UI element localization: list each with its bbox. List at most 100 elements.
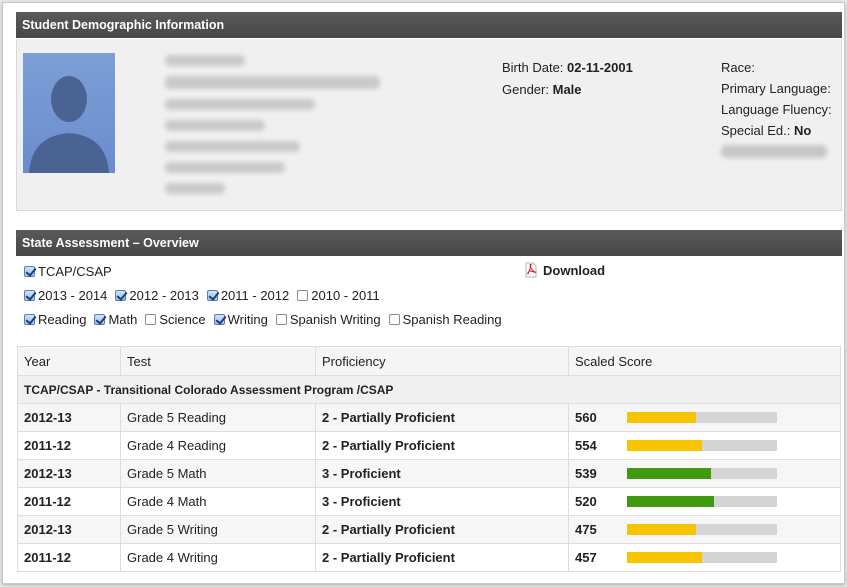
col-year[interactable]: Year [17,346,121,376]
year-cell: 2012-13 [17,515,121,544]
score-bar-fill [627,496,714,507]
language-fluency-label: Language Fluency: [721,102,832,117]
year-cell: 2011-12 [17,431,121,460]
checkbox-icon[interactable] [206,290,218,301]
score-cell: 554 [568,431,841,460]
table-row: 2012-13 Grade 5 Writing 2 - Partially Prof… [17,515,841,544]
col-scaled-score[interactable]: Scaled Score [568,346,841,376]
checkbox-icon[interactable] [145,314,157,325]
score-bar-fill [627,468,711,479]
filter-label: TCAP/CSAP [38,264,112,279]
score-bar [627,552,777,563]
pdf-icon [525,262,537,278]
checkbox-icon[interactable] [297,290,309,301]
score-bar [627,524,777,535]
checkbox-icon[interactable] [388,314,400,325]
table-row: 2011-12 Grade 4 Writing 2 - Partially Prof… [17,543,841,572]
demographic-header: Student Demographic Information [16,12,842,38]
gender-value: Male [552,82,582,97]
download-label: Download [543,262,606,278]
score-bar-fill [627,412,696,423]
filter-label: 2010 - 2011 [311,288,380,303]
score-value: 539 [575,466,597,481]
score-bar [627,440,777,451]
col-proficiency[interactable]: Proficiency [315,346,569,376]
score-bar [627,496,777,507]
score-value: 554 [575,438,597,453]
table-row: 2012-13 Grade 5 Math 3 - Proficient 539 [17,459,841,488]
score-value: 475 [575,522,597,537]
primary-language-label: Primary Language: [721,81,831,96]
proficiency-cell: 2 - Partially Proficient [315,431,569,460]
filter-2013-2014[interactable]: 2013 - 2014 [24,288,107,303]
group-row: TCAP/CSAP - Transitional Colorado Assess… [17,375,841,404]
checkbox-icon[interactable] [24,314,35,325]
checkbox-icon[interactable] [94,314,106,325]
checkbox-icon[interactable] [275,314,287,325]
demographic-panel: Birth Date: 02-11-2001 Gender: Male Race… [16,39,842,211]
assessment-table: Year Test Proficiency Scaled Score TCAP/… [17,346,841,572]
year-cell: 2011-12 [17,543,121,572]
redacted-student-details [165,55,395,204]
proficiency-cell: 2 - Partially Proficient [315,403,569,432]
year-cell: 2012-13 [17,403,121,432]
race-label: Race: [721,60,755,75]
score-cell: 475 [568,515,841,544]
year-cell: 2012-13 [17,459,121,488]
test-cell: Grade 4 Writing [120,543,316,572]
filter-writing[interactable]: Writing [213,312,268,327]
filter-2011-2012[interactable]: 2011 - 2012 [206,288,289,303]
proficiency-cell: 2 - Partially Proficient [315,543,569,572]
gender-label: Gender: [502,82,549,97]
table-row: 2011-12 Grade 4 Reading 2 - Partially Prof… [17,431,841,460]
filter-label: Reading [38,312,87,327]
group-title: TCAP/CSAP - Transitional Colorado Assess… [17,375,841,404]
special-ed: Special Ed.: No [721,123,811,138]
score-bar [627,412,777,423]
filter-spanish-reading[interactable]: Spanish Reading [388,312,502,327]
filter-label: 2012 - 2013 [129,288,199,303]
year-filter-row: 2013 - 2014 2012 - 2013 2011 - 2012 2010 - … [24,288,388,303]
score-cell: 520 [568,487,841,516]
score-cell: 457 [568,543,841,572]
score-value: 520 [575,494,597,509]
birth-date-label: Birth Date: [502,60,564,75]
test-filter-row: TCAP/CSAP [24,264,120,279]
subject-filter-row: Reading Math Science Writing Spanish Writing… [24,312,510,327]
filter-science[interactable]: Science [145,312,206,327]
test-cell: Grade 5 Writing [120,515,316,544]
avatar-silhouette-icon [29,76,109,173]
filter-tcap-csap[interactable]: TCAP/CSAP [24,264,112,279]
filter-label: Science [159,312,206,327]
col-test[interactable]: Test [120,346,316,376]
filter-spanish-writing[interactable]: Spanish Writing [275,312,381,327]
score-bar [627,468,777,479]
student-photo [23,53,115,173]
table-header-row: Year Test Proficiency Scaled Score [17,346,841,376]
checkbox-icon[interactable] [24,266,35,277]
filter-reading[interactable]: Reading [24,312,86,327]
filter-label: Spanish Reading [402,312,502,327]
special-ed-label: Special Ed.: [721,123,791,138]
filter-2010-2011[interactable]: 2010 - 2011 [297,288,380,303]
birth-date-value: 02-11-2001 [567,60,633,75]
redacted-id [721,145,827,158]
test-cell: Grade 4 Math [120,487,316,516]
special-ed-value: No [794,123,812,138]
checkbox-icon[interactable] [213,314,225,325]
proficiency-cell: 2 - Partially Proficient [315,515,569,544]
filter-math[interactable]: Math [94,312,137,327]
filter-label: Math [108,312,138,327]
year-cell: 2011-12 [17,487,121,516]
test-cell: Grade 5 Reading [120,403,316,432]
checkbox-icon[interactable] [115,290,127,301]
gender: Gender: Male [502,82,582,97]
assessment-header: State Assessment – Overview [16,230,842,256]
score-bar-fill [627,552,702,563]
download-link[interactable]: Download [524,262,605,278]
filter-2012-2013[interactable]: 2012 - 2013 [115,288,199,303]
table-row: 2011-12 Grade 4 Math 3 - Proficient 520 [17,487,841,516]
checkbox-icon[interactable] [24,290,35,301]
score-bar-fill [627,524,696,535]
score-cell: 539 [568,459,841,488]
